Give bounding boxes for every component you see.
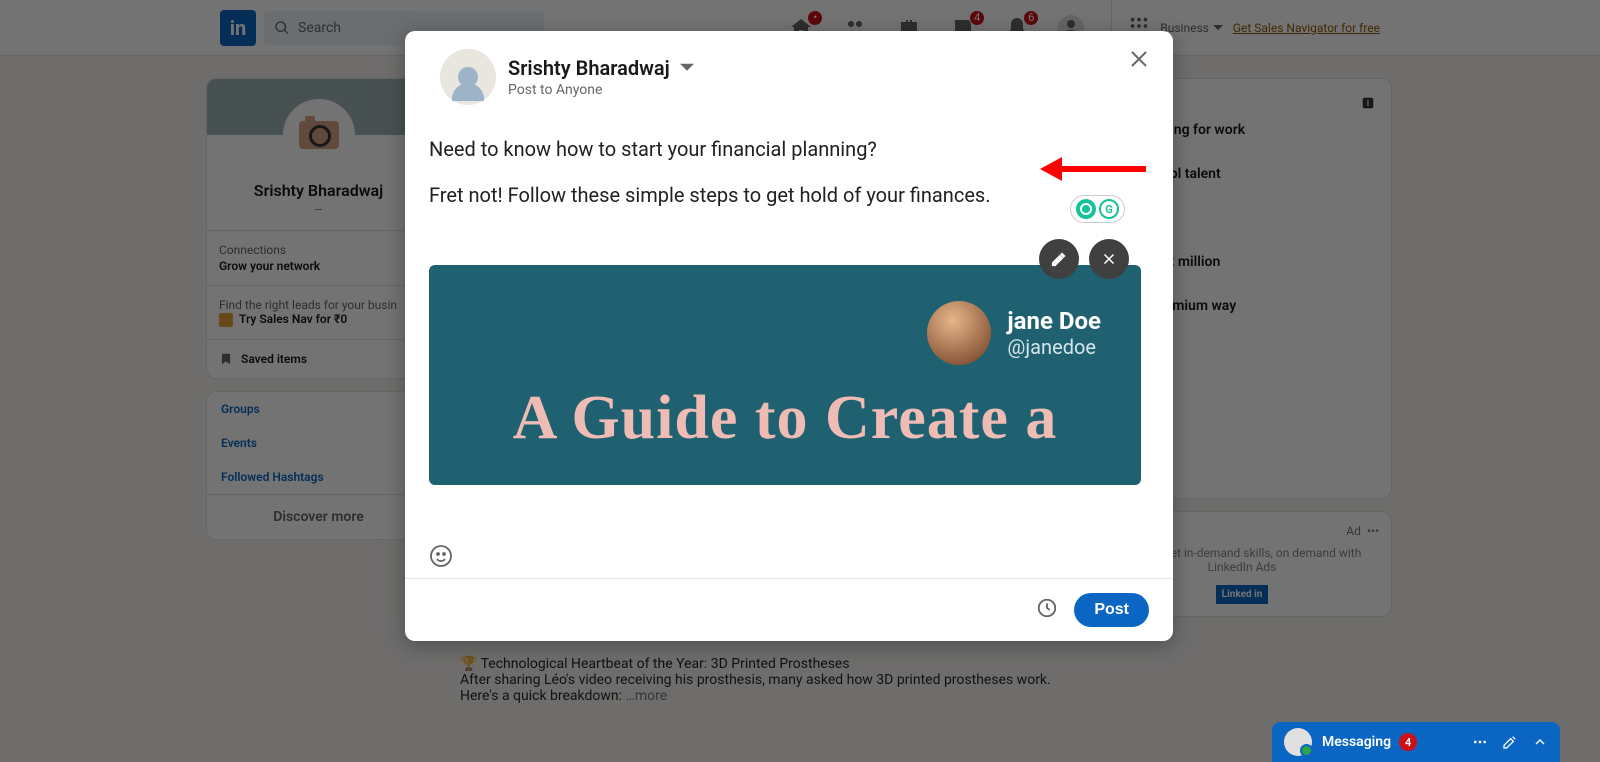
chevron-up-icon[interactable] xyxy=(1532,734,1548,750)
edit-attachment-button[interactable] xyxy=(1039,239,1079,279)
doc-author: jane Doe @janedoe xyxy=(927,301,1101,365)
modal-footer: Post xyxy=(405,578,1173,641)
caret-down-icon xyxy=(680,61,694,75)
compose-icon[interactable] xyxy=(1502,734,1518,750)
close-button[interactable] xyxy=(1127,47,1151,75)
more-icon[interactable] xyxy=(1472,734,1488,750)
doc-title: A Guide to Create a xyxy=(459,383,1111,454)
modal-toolbar xyxy=(405,534,1173,578)
post-text-line[interactable]: Fret not! Follow these simple steps to g… xyxy=(429,181,1141,209)
grammarly-tone-icon xyxy=(1076,199,1096,219)
modal-header: Srishty Bharadwaj Post to Anyone xyxy=(405,31,1173,115)
grammarly-widget[interactable]: G xyxy=(1070,195,1125,223)
post-visibility[interactable]: Post to Anyone xyxy=(508,82,694,98)
post-button[interactable]: Post xyxy=(1074,593,1149,627)
remove-attachment-button[interactable] xyxy=(1089,239,1129,279)
author-name-dropdown[interactable]: Srishty Bharadwaj xyxy=(508,56,694,80)
grammarly-logo-icon: G xyxy=(1099,199,1119,219)
annotation-arrow xyxy=(1060,166,1146,172)
post-text-line[interactable]: Need to know how to start your financial… xyxy=(429,135,1141,163)
attached-document[interactable]: jane Doe @janedoe A Guide to Create a xyxy=(429,265,1141,485)
emoji-button[interactable] xyxy=(429,553,453,572)
messaging-bar[interactable]: Messaging 4 xyxy=(1272,722,1560,762)
compose-scroll[interactable]: Need to know how to start your financial… xyxy=(429,135,1149,490)
messaging-avatar xyxy=(1284,728,1312,756)
schedule-button[interactable] xyxy=(1036,597,1058,623)
author-avatar[interactable] xyxy=(440,49,496,105)
doc-author-avatar xyxy=(927,301,991,365)
messaging-count-badge: 4 xyxy=(1399,733,1417,751)
create-post-modal: Srishty Bharadwaj Post to Anyone Need to… xyxy=(405,31,1173,641)
